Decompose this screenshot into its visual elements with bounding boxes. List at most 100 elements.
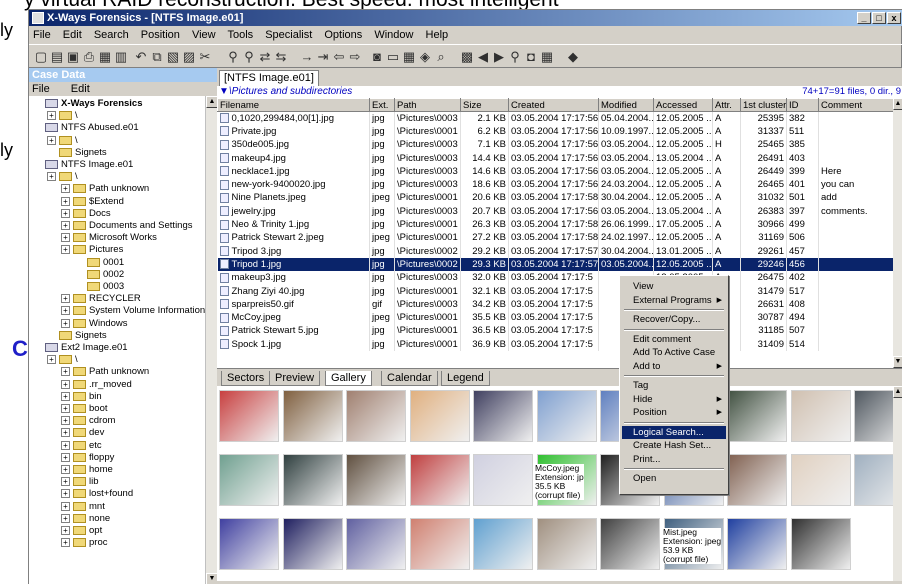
replace-hex-icon[interactable]: ⇆ [273,49,289,65]
expand-icon[interactable]: + [61,538,70,548]
gallery-thumbnail[interactable] [790,518,851,570]
tree-node[interactable]: + \ [47,171,78,183]
expand-icon[interactable]: + [61,513,70,523]
tree-node[interactable]: + \ [47,354,78,366]
find-hex-icon[interactable]: ⚲ [241,49,257,65]
table-row[interactable]: Patrick Stewart 5.jpg jpg \Pictures\0001 36… [217,324,893,338]
list-scroll-up-icon[interactable]: ▲ [893,98,902,110]
gallery-thumbnail[interactable] [854,454,893,506]
menu-tools[interactable]: Tools [227,29,253,41]
tree-node[interactable]: + none [61,513,110,525]
menu-window[interactable]: Window [374,29,413,41]
tree-node[interactable]: 0002 [87,269,124,281]
column-header[interactable]: Size [460,98,509,112]
expand-icon[interactable]: + [47,172,56,182]
column-header[interactable]: Path [394,98,461,112]
gallery-thumbnail[interactable] [473,390,533,442]
expand-icon[interactable]: + [47,111,56,121]
expand-icon[interactable]: + [61,452,70,462]
menu-position[interactable]: Position [141,29,180,41]
tab-gallery[interactable]: Gallery [325,371,372,386]
goto-offset-icon[interactable]: → [299,49,315,65]
tree-node[interactable]: + .rr_moved [61,379,132,391]
gallery-scroll-up-icon[interactable]: ▲ [893,386,902,398]
context-menu-item[interactable]: Edit comment [622,333,726,346]
case-icon[interactable]: ▥ [113,49,129,65]
expand-icon[interactable]: + [61,379,70,389]
tree-node[interactable]: + \ [47,110,78,122]
gallery-thumbnail[interactable] [409,390,470,442]
tree-node[interactable]: + Documents and Settings [61,220,193,232]
table-row[interactable]: Zhang Ziyi 40.jpg jpg \Pictures\0001 32.1 K… [217,284,893,298]
gallery-thumbnail[interactable] [536,518,597,570]
expand-icon[interactable]: + [61,221,70,230]
prev-icon[interactable]: ◀ [475,49,491,65]
menu-view[interactable]: View [192,29,216,41]
tree-node[interactable]: + floppy [61,452,114,464]
context-menu-item[interactable]: Add To Active Case [622,346,726,359]
gallery-thumbnail[interactable] [282,390,343,442]
tree-node[interactable]: + \ [47,135,78,147]
tree-node[interactable]: + Microsoft Works [61,232,157,244]
gallery-icon[interactable]: ▩ [459,49,475,65]
gallery-thumbnail[interactable] [600,518,660,570]
expand-icon[interactable]: + [61,367,70,377]
table-row[interactable]: Spock 1.jpg jpg \Pictures\0001 36.9 KB 03.05… [217,337,893,351]
expand-icon[interactable]: + [61,208,70,218]
open-icon[interactable]: ▤ [49,49,65,65]
table-row[interactable]: Neo & Trinity 1.jpg jpg \Pictures\0001 26.3… [217,217,893,232]
context-menu-item[interactable]: External Programs ▶ [622,294,726,307]
expand-icon[interactable]: + [61,245,70,255]
column-header[interactable]: Attr. [712,98,741,112]
gallery-thumbnail[interactable] [727,390,787,442]
gallery-thumbnail[interactable] [727,454,787,506]
expand-icon[interactable]: + [61,233,70,243]
table-row[interactable]: Nine Planets.jpeg jpeg \Pictures\0001 20.6 … [217,191,893,205]
context-menu-item[interactable]: Print... [622,453,726,466]
tab-sectors[interactable]: Sectors [221,371,271,386]
tree-node[interactable]: + $Extend [61,196,124,208]
table-row[interactable]: 0,1020,299484,00[1].jpg jpg \Pictures\0003… [217,111,893,125]
case-menu-edit[interactable]: Edit [71,83,90,95]
context-menu-item[interactable]: Logical Search... [622,425,726,439]
paste-icon[interactable]: ▧ [165,49,181,65]
gallery-thumbnail[interactable] [727,518,787,570]
tree-node[interactable]: 0003 [87,281,124,293]
tree-node[interactable]: + lost+found [61,488,133,500]
gallery-thumbnail[interactable] [790,390,851,442]
table-row[interactable]: sparpreis50.gif gif \Pictures\0003 34.2 KB 0… [217,297,893,311]
expand-icon[interactable]: + [61,477,70,487]
tree-node[interactable]: + Path unknown [61,183,149,195]
tree-node[interactable]: NTFS Image.e01 [45,159,133,171]
tree-node[interactable]: + Path unknown [61,366,149,378]
search-icon[interactable]: ⌕ [433,49,449,65]
calculator-icon[interactable]: ▦ [401,49,417,65]
expand-icon[interactable]: + [61,428,70,438]
gallery-thumbnail[interactable] [219,390,279,442]
table-row[interactable]: Private.jpg jpg \Pictures\0001 6.2 KB 03.05.… [217,124,893,139]
column-header[interactable]: ID [786,98,819,112]
table-row[interactable]: Tripod 3.jpg jpg \Pictures\0002 29.2 KB 03.0… [217,244,893,258]
table-row[interactable]: makeup3.jpg jpg \Pictures\0003 32.0 KB 03.05… [217,271,893,285]
find-icon[interactable]: ⚲ [225,49,241,65]
gallery-thumbnail[interactable] [219,454,279,506]
tree-node[interactable]: Ext2 Image.e01 [45,342,128,354]
close-button[interactable]: x [887,12,901,24]
context-menu-item[interactable]: Create Hash Set... [622,439,726,452]
expand-icon[interactable]: + [61,196,70,206]
tree-node[interactable]: Signets [59,147,107,159]
menu-options[interactable]: Options [324,29,362,41]
case-menu-file[interactable]: File [32,83,50,95]
table-row[interactable]: Patrick Stewart 2.jpeg jpeg \Pictures\0001… [217,231,893,245]
tree-node[interactable]: + Pictures [61,244,123,256]
menu-edit[interactable]: Edit [63,29,82,41]
tab-legend[interactable]: Legend [441,371,490,386]
gallery-thumbnail[interactable] [346,454,406,506]
tab-preview[interactable]: Preview [269,371,321,386]
context-menu-item[interactable]: Open [622,472,726,485]
context-menu-item[interactable]: View [622,280,726,293]
context-menu-item[interactable]: Tag [622,379,726,392]
tree-node[interactable]: NTFS Abused.e01 [45,122,139,134]
case-tree-scrollbar[interactable]: ▲ ▼ [205,96,218,584]
copy-icon[interactable]: ⧉ [149,49,165,65]
